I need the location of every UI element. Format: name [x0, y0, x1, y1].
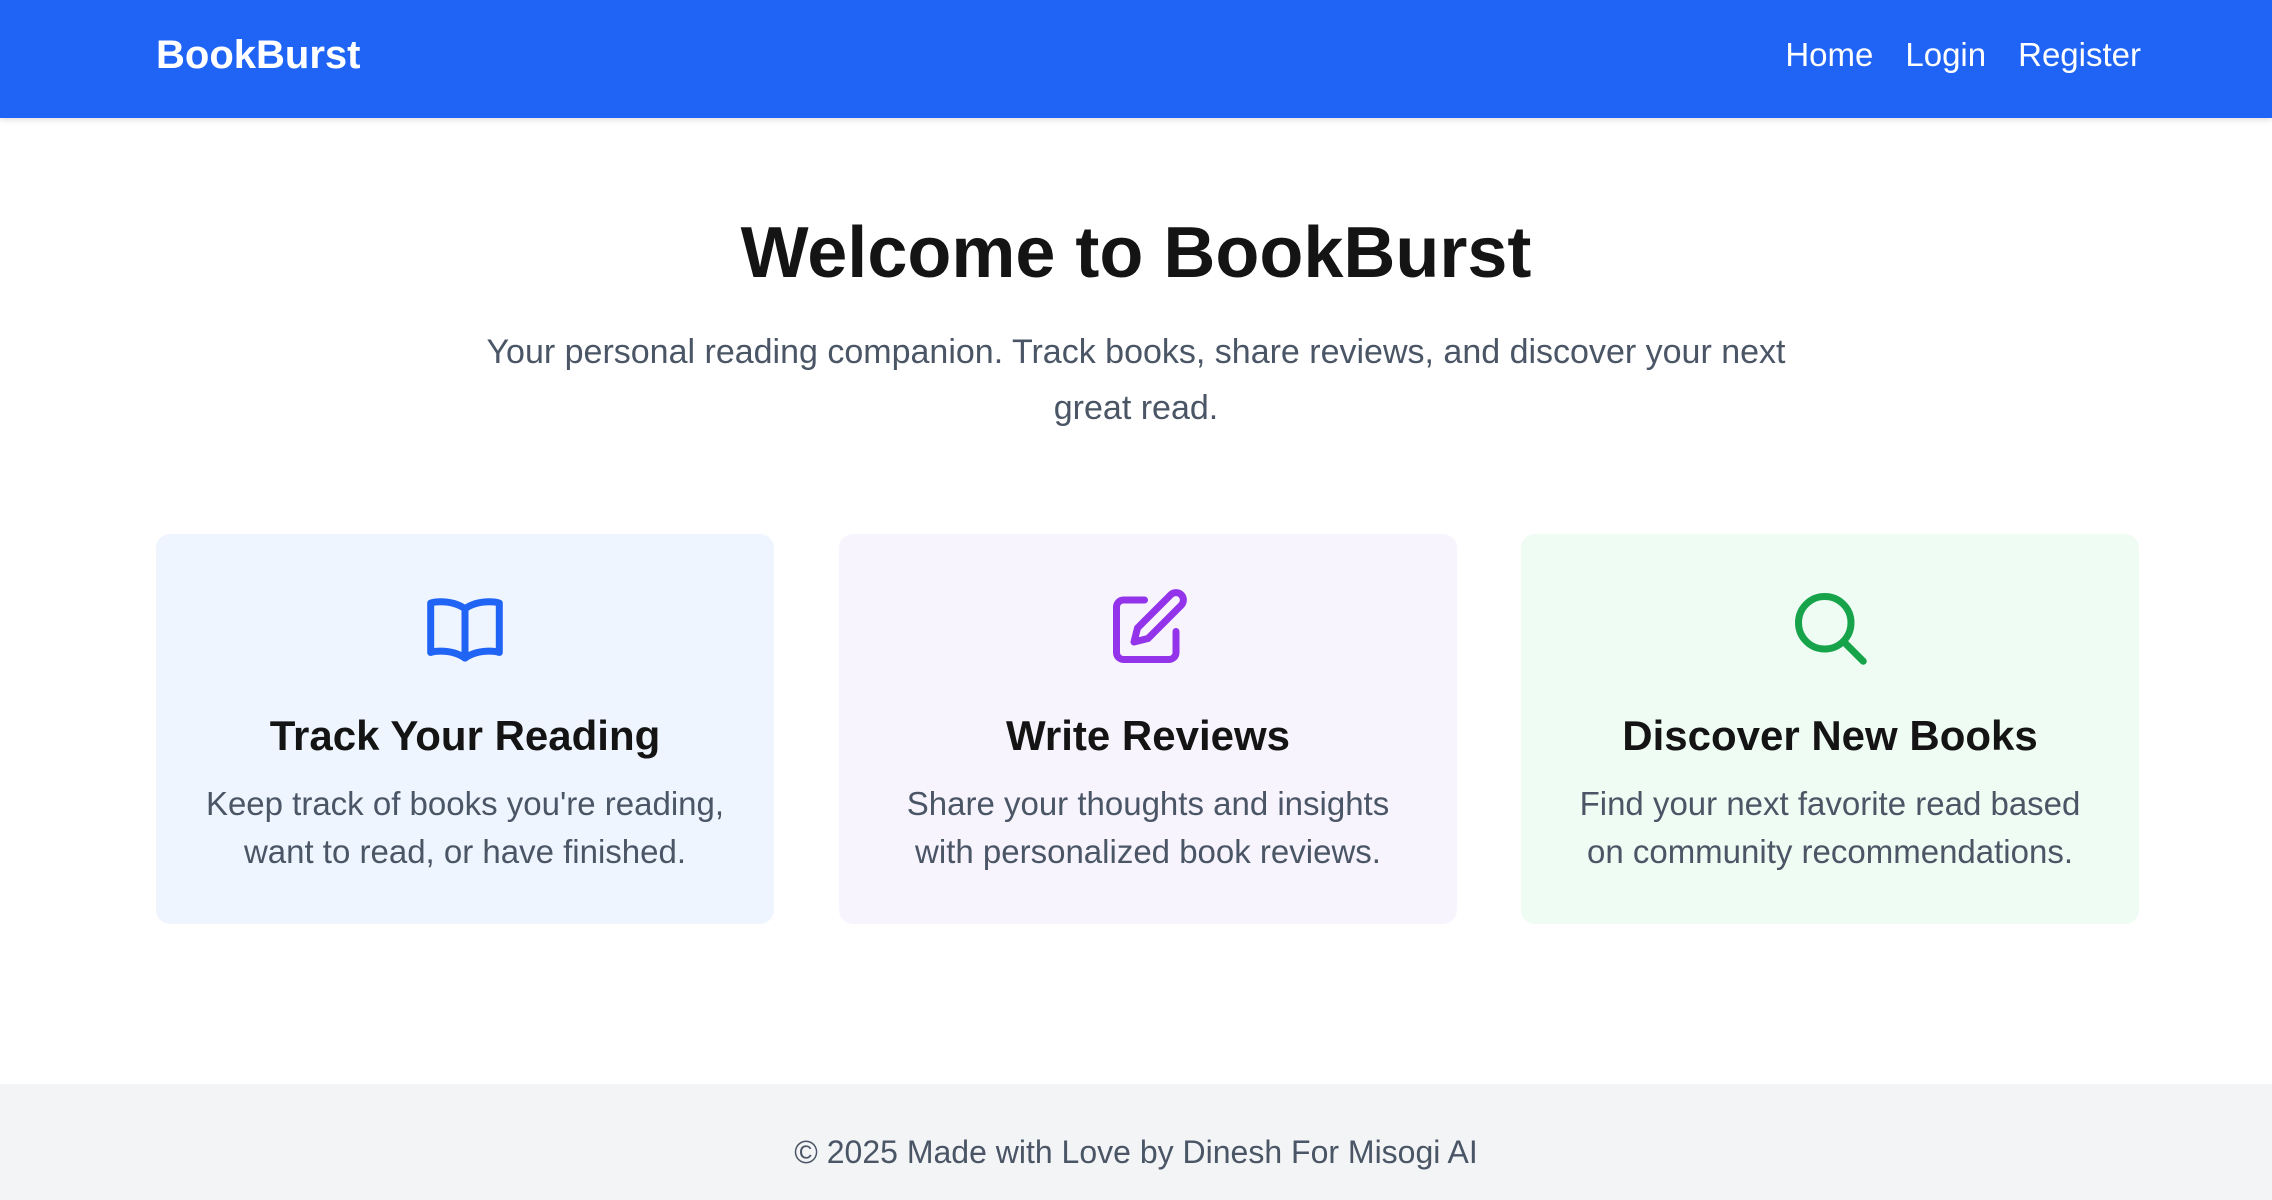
nav-link-home[interactable]: Home: [1785, 36, 1873, 74]
feature-description: Find your next favorite read based on co…: [1579, 785, 2081, 870]
feature-card-write-reviews: Write Reviews Share your thoughts and in…: [839, 534, 1457, 924]
feature-card-discover-books: Discover New Books Find your next favori…: [1521, 534, 2139, 924]
hero-title: Welcome to BookBurst: [740, 213, 1532, 293]
brand-logo-link[interactable]: BookBurst: [156, 0, 360, 110]
page-footer: © 2025 Made with Love by Dinesh For Miso…: [0, 1084, 2272, 1200]
feature-description: Keep track of books you're reading, want…: [205, 785, 725, 870]
feature-title: Write Reviews: [1005, 712, 1290, 759]
feature-card-track-reading: Track Your Reading Keep track of books y…: [156, 534, 774, 924]
nav-link-login[interactable]: Login: [1905, 36, 1986, 74]
feature-title: Track Your Reading: [269, 712, 661, 759]
feature-title: Discover New Books: [1622, 712, 2038, 759]
search-icon: [1788, 586, 1872, 670]
edit-pencil-icon: [1106, 586, 1190, 670]
top-navbar: BookBurst Home Login Register: [0, 0, 2272, 118]
nav-links: Home Login Register: [1785, 0, 2141, 110]
nav-link-register[interactable]: Register: [2018, 36, 2141, 74]
open-book-icon: [423, 586, 507, 670]
footer-copyright: © 2025 Made with Love by Dinesh For Miso…: [794, 1134, 1478, 1170]
hero-subtitle: Your personal reading companion. Track b…: [486, 333, 1786, 427]
feature-description: Share your thoughts and insights with pe…: [906, 785, 1390, 870]
